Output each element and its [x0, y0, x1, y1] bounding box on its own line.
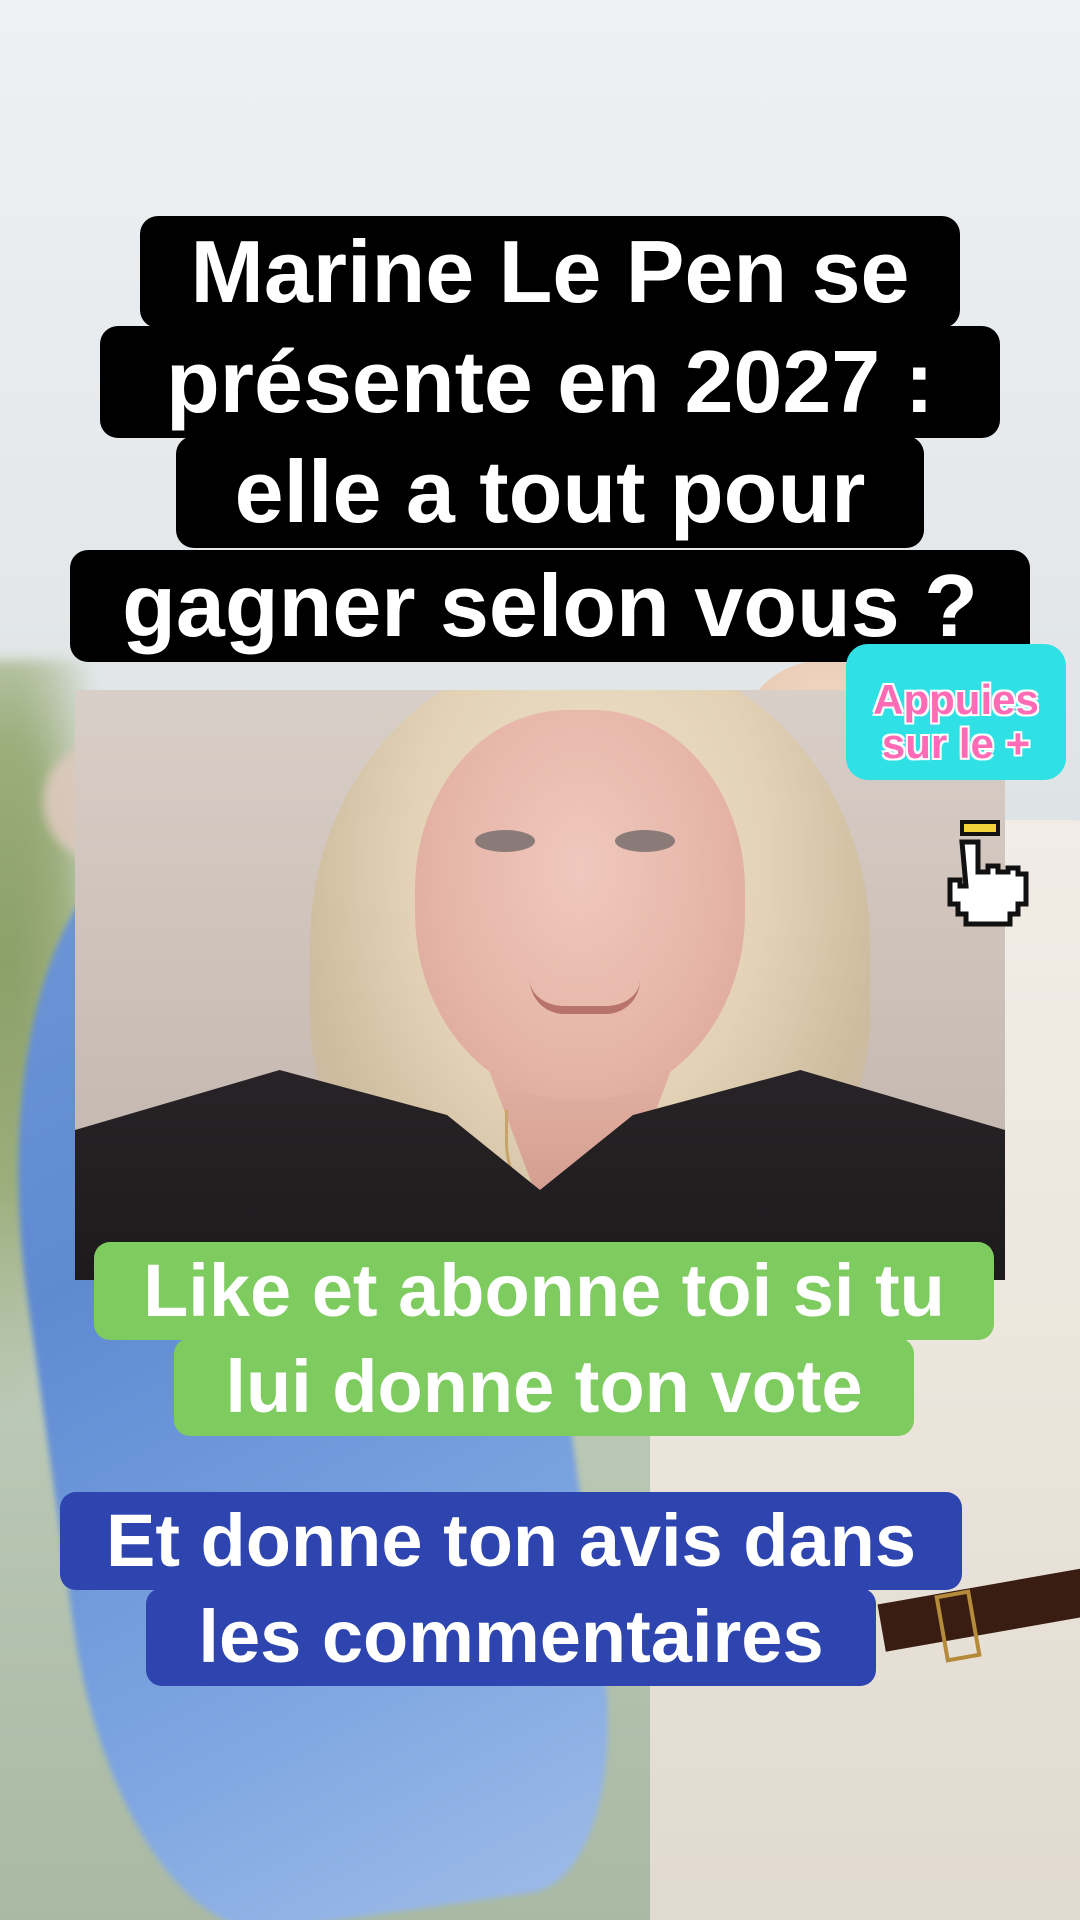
portrait-eye-left: [475, 830, 535, 852]
title-line-3: elle a tout pour: [176, 436, 924, 548]
portrait-face: [415, 710, 745, 1100]
blue-line-2: les commentaires: [146, 1588, 876, 1686]
blue-line-1: Et donne ton avis dans: [60, 1492, 962, 1590]
green-line-1: Like et abonne toi si tu: [94, 1242, 994, 1340]
portrait-mouth: [530, 980, 640, 1014]
tap-plus-sticker: Appuies sur le +: [846, 644, 1066, 780]
title-line-1: Marine Le Pen se: [140, 216, 960, 328]
sticker-line-2: sur le +: [881, 720, 1031, 767]
green-line-2: lui donne ton vote: [174, 1338, 914, 1436]
portrait-eye-right: [615, 830, 675, 852]
title-line-2: présente en 2027 :: [100, 326, 1000, 438]
sticker-line-1: Appuies: [873, 676, 1039, 723]
pointing-hand-icon: [947, 820, 1029, 927]
